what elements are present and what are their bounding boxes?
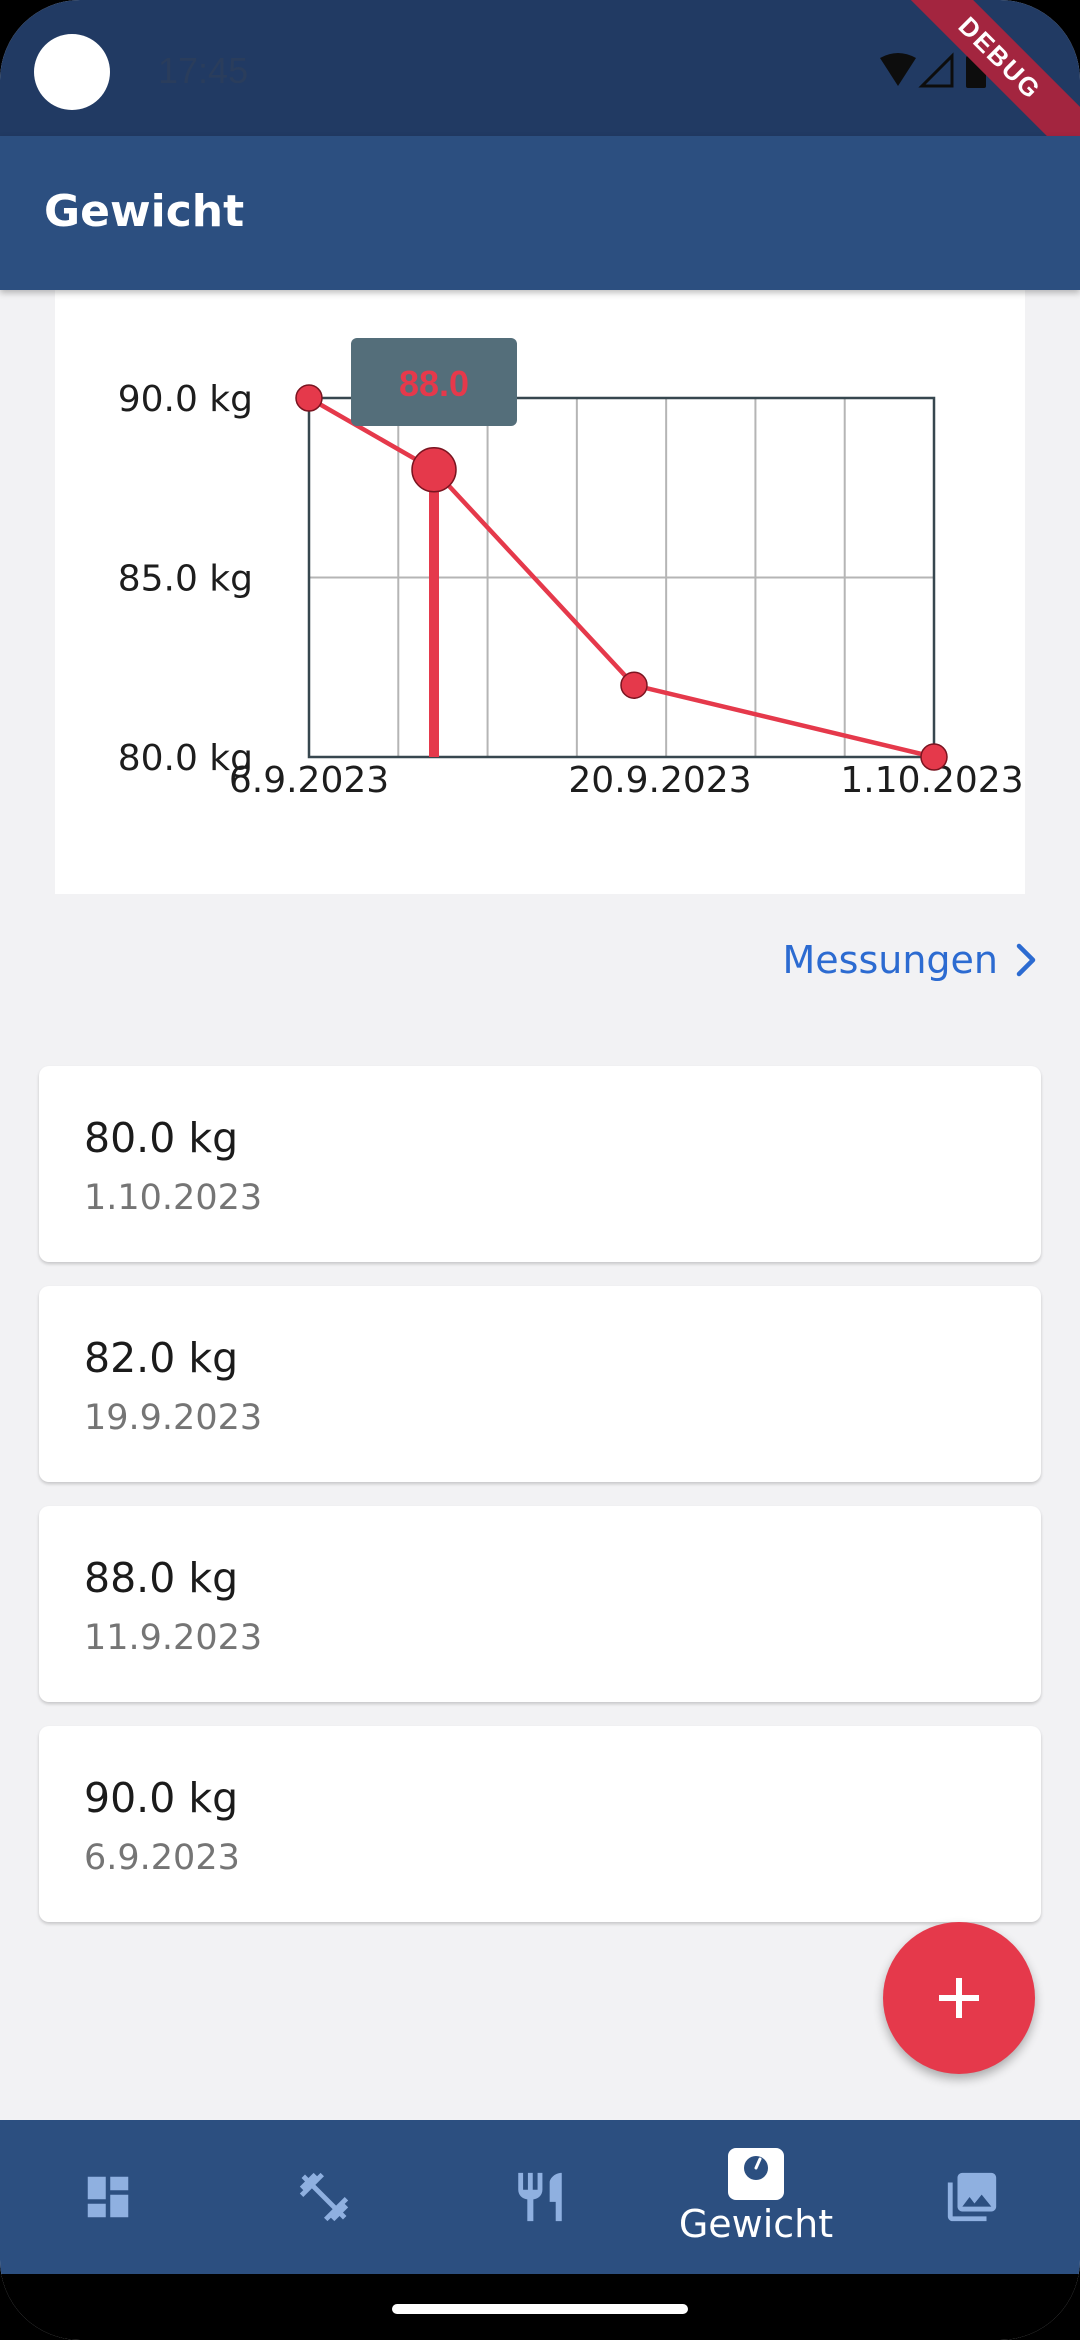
scale-icon — [728, 2148, 784, 2200]
entry-date: 19.9.2023 — [84, 1398, 263, 1438]
restaurant-icon — [518, 2172, 562, 2222]
measurements-link[interactable]: Messungen — [782, 935, 1038, 985]
nav-item-workout[interactable] — [216, 2120, 432, 2274]
x-tick-label: 20.9.2023 — [568, 760, 751, 801]
weight-chart-card[interactable]: 90.0 kg 85.0 kg 80.0 kg 6.9.2023 20.9.2023 1.… — [55, 290, 1025, 894]
list-item[interactable]: 80.0 kg 1.10.2023 — [39, 1066, 1041, 1262]
plus-icon — [939, 1978, 979, 2018]
tooltip-value: 88.0 — [399, 363, 469, 404]
entry-date: 1.10.2023 — [84, 1178, 263, 1218]
status-time: 17:45 — [158, 50, 249, 91]
entry-date: 11.9.2023 — [84, 1618, 263, 1658]
data-point — [920, 743, 948, 771]
camera-cutout — [34, 34, 110, 110]
nav-label-weight: Gewicht — [678, 2202, 834, 2246]
nav-item-nutrition[interactable] — [432, 2120, 648, 2274]
page-title: Gewicht — [44, 186, 245, 237]
entry-weight: 90.0 kg — [84, 1774, 239, 1822]
phone-screen: 17:45 DEBUG Gewicht 90.0 kg 85.0 kg 80.0 k… — [0, 0, 1080, 2340]
weight-chart[interactable]: 90.0 kg85.0 kg80.0 kg6.9.2023 20.9.2023 1.… — [55, 290, 1025, 894]
entry-weight: 80.0 kg — [84, 1114, 239, 1162]
entry-weight: 88.0 kg — [84, 1554, 239, 1602]
nav-item-dashboard[interactable] — [0, 2120, 216, 2274]
app-bar: Gewicht — [0, 136, 1080, 290]
selected-data-point — [411, 447, 457, 493]
nav-item-weight[interactable]: Gewicht — [648, 2120, 864, 2274]
data-point — [295, 384, 323, 412]
add-measurement-button[interactable] — [883, 1922, 1035, 2074]
status-bar: 17:45 DEBUG — [0, 0, 1080, 180]
dashboard-icon — [87, 2176, 129, 2218]
wifi-icon — [880, 53, 916, 86]
chevron-right-icon — [1016, 943, 1036, 977]
signal-icon — [918, 52, 954, 88]
home-indicator[interactable] — [392, 2304, 688, 2314]
bottom-navigation: Gewicht — [0, 2120, 1080, 2274]
list-item[interactable]: 82.0 kg 19.9.2023 — [39, 1286, 1041, 1482]
y-tick-label: 85.0 kg — [118, 559, 253, 600]
y-tick-label: 90.0 kg — [118, 379, 253, 420]
measurements-link-label: Messungen — [782, 938, 998, 982]
gallery-icon — [947, 2172, 997, 2222]
entry-weight: 82.0 kg — [84, 1334, 239, 1382]
x-tick-label: 6.9.2023 — [229, 760, 389, 801]
dumbbell-icon — [299, 2172, 349, 2222]
data-point — [620, 671, 648, 699]
list-item[interactable]: 90.0 kg 6.9.2023 — [39, 1726, 1041, 1922]
entry-date: 6.9.2023 — [84, 1838, 240, 1878]
list-item[interactable]: 88.0 kg 11.9.2023 — [39, 1506, 1041, 1702]
nav-item-gallery[interactable] — [864, 2120, 1080, 2274]
